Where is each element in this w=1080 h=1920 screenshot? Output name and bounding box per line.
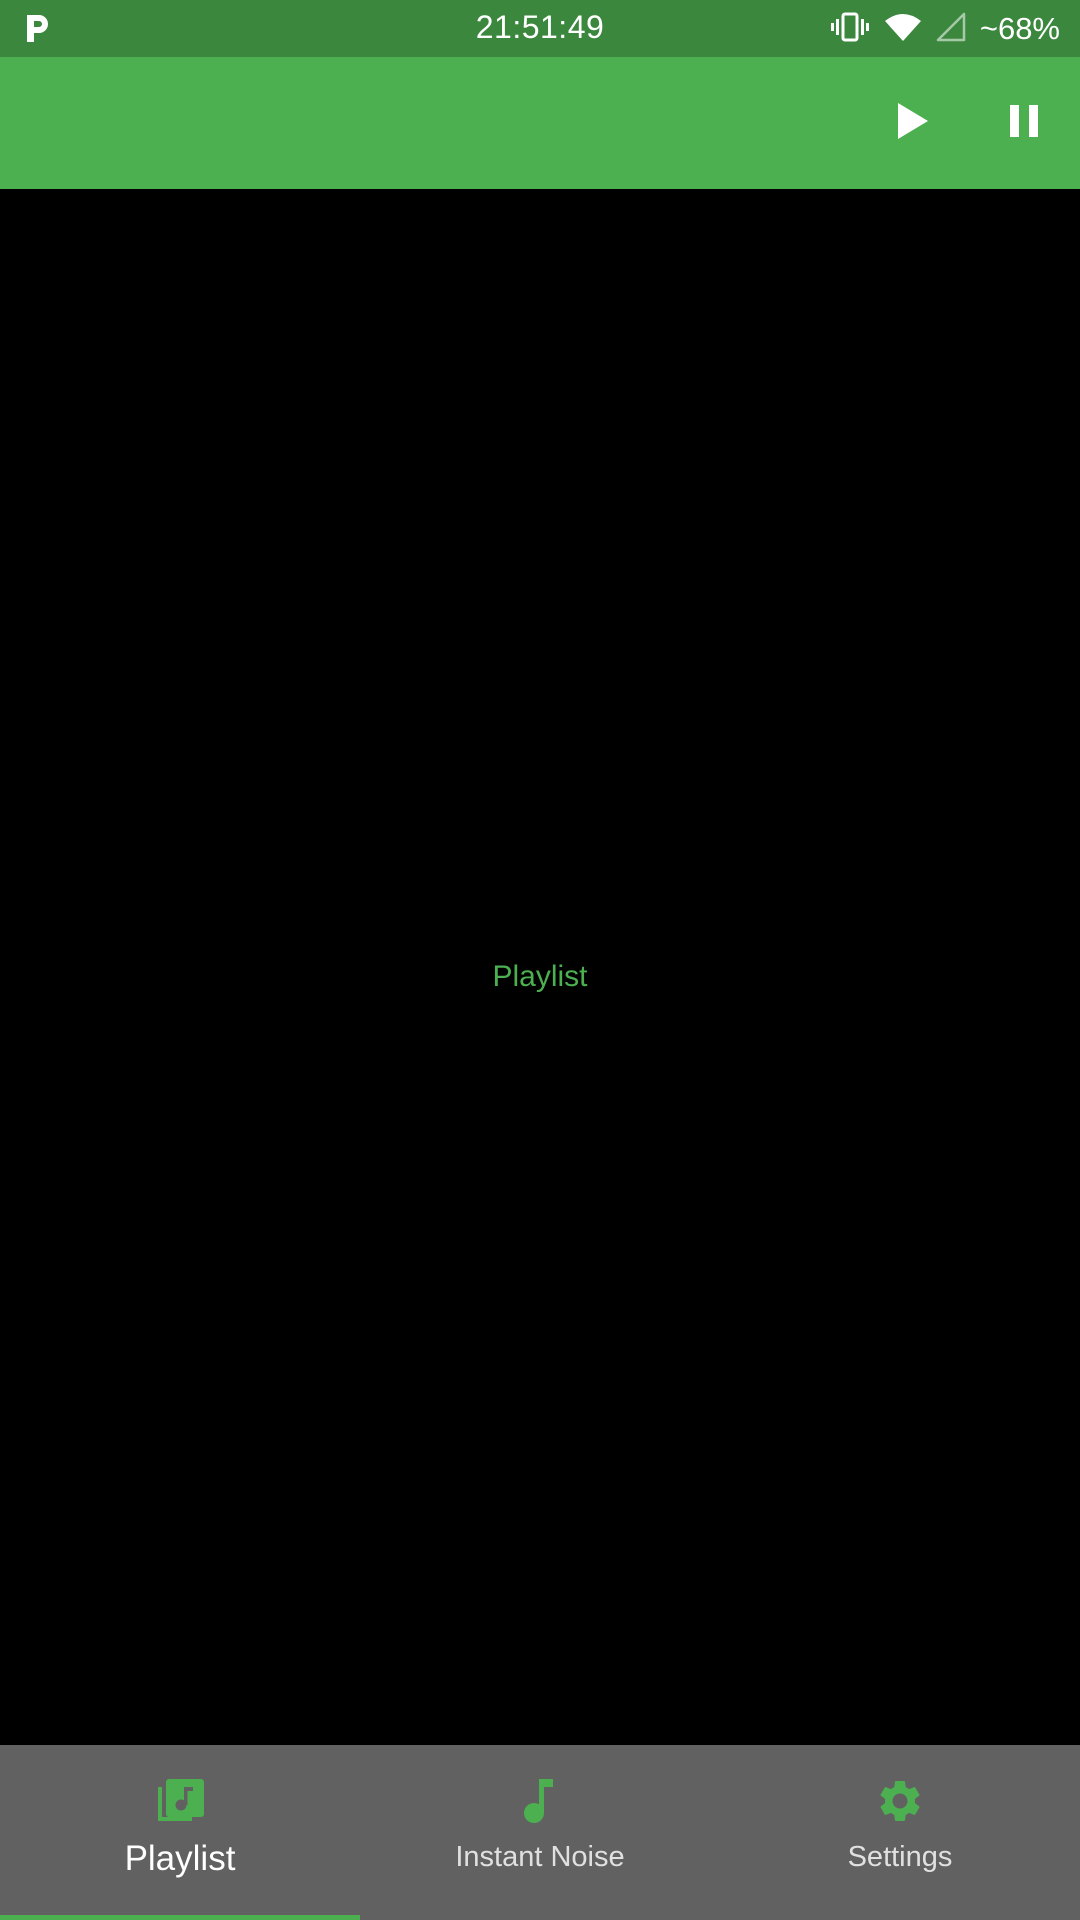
nav-label-playlist: Playlist: [124, 1839, 236, 1878]
music-note-icon: [512, 1773, 568, 1829]
library-music-icon: [152, 1773, 208, 1829]
pause-icon: [1008, 103, 1040, 144]
play-button[interactable]: [880, 91, 944, 155]
signal-icon: [936, 12, 966, 47]
play-icon: [894, 101, 930, 146]
nav-item-settings[interactable]: Settings: [720, 1745, 1080, 1920]
bottom-navigation: Playlist Instant Noise Settings: [0, 1745, 1080, 1920]
playlist-content: Playlist: [0, 189, 1080, 1745]
status-bar: 21:51:49 ~68%: [0, 0, 1080, 57]
wifi-icon: [884, 12, 922, 47]
page-label: Playlist: [492, 960, 588, 993]
app-bar: [0, 57, 1080, 189]
vibrate-icon: [830, 12, 870, 47]
nav-item-instant-noise[interactable]: Instant Noise: [360, 1745, 720, 1920]
battery-percentage: ~68%: [979, 11, 1060, 46]
active-tab-indicator: [0, 1915, 360, 1920]
nav-label-settings: Settings: [847, 1841, 953, 1873]
gear-icon: [872, 1773, 928, 1829]
pause-button[interactable]: [992, 91, 1056, 155]
nav-item-playlist[interactable]: Playlist: [0, 1745, 360, 1920]
nav-label-instant-noise: Instant Noise: [455, 1841, 625, 1873]
